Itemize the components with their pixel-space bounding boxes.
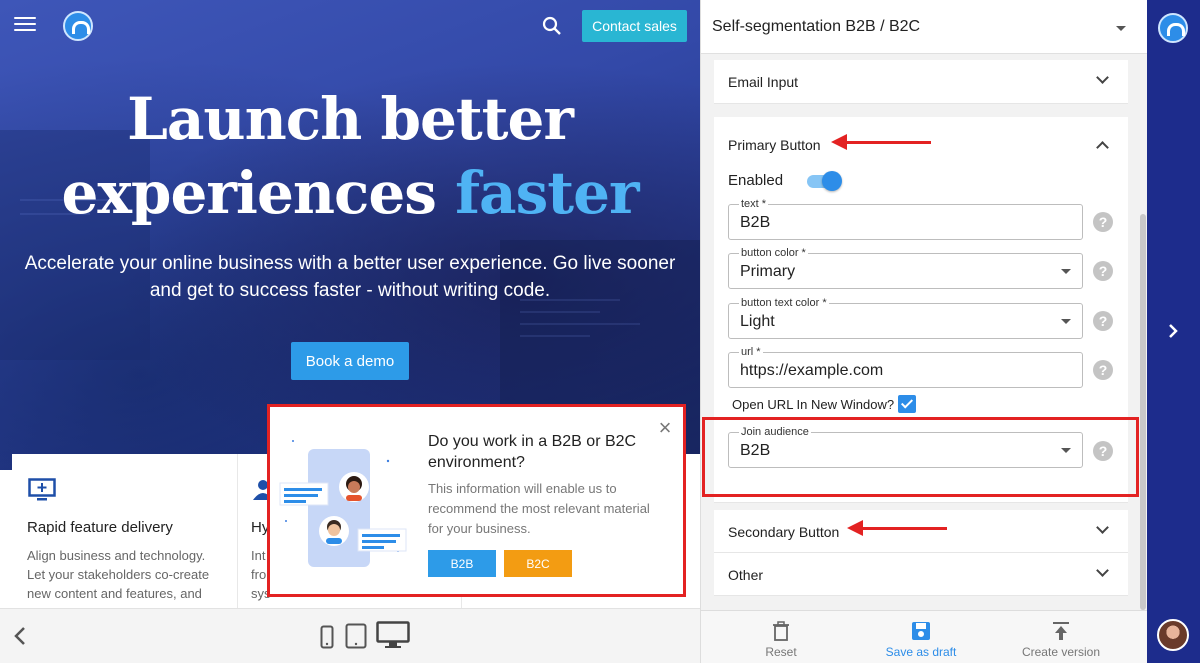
editor-panel: Self-segmentation B2B / B2C Email Input …	[700, 0, 1148, 663]
caret-down-icon[interactable]	[1061, 269, 1071, 274]
hero-title-accent: faster	[455, 159, 639, 227]
create-version-label: Create version	[1021, 645, 1101, 659]
b2b-button[interactable]: B2B	[428, 550, 496, 577]
chevron-up-icon[interactable]	[1096, 141, 1109, 154]
device-toolbar	[0, 608, 700, 663]
contact-sales-button[interactable]: Contact sales	[582, 10, 687, 42]
save-draft-button[interactable]: Save as draft	[851, 611, 991, 663]
card-text-line: Let your stakeholders co-create	[27, 567, 210, 582]
close-icon[interactable]: ×	[656, 417, 674, 439]
help-icon[interactable]: ?	[1093, 311, 1113, 331]
button-text-color-select[interactable]: button text color * Light	[728, 297, 1083, 339]
help-icon[interactable]: ?	[1093, 360, 1113, 380]
caret-down-icon[interactable]	[1061, 319, 1071, 324]
reset-button[interactable]: Reset	[711, 611, 851, 663]
panel-title: Self-segmentation B2B / B2C	[712, 18, 921, 35]
chevron-down-icon[interactable]	[1096, 564, 1109, 577]
hero-title-main: experiences	[61, 159, 456, 227]
hero-background-image	[0, 130, 700, 470]
save-draft-label: Save as draft	[885, 645, 957, 659]
avatar[interactable]	[1157, 619, 1189, 651]
upload-icon	[1053, 622, 1069, 640]
back-icon[interactable]	[12, 626, 28, 651]
button-color-select[interactable]: button color * Primary	[728, 247, 1083, 289]
b2c-button[interactable]: B2C	[504, 550, 572, 577]
search-icon[interactable]	[542, 16, 562, 36]
chat-illustration	[278, 421, 408, 576]
enabled-label: Enabled	[728, 172, 784, 189]
desktop-icon[interactable]	[376, 621, 410, 654]
panel-footer: Reset Save as draft Create version	[701, 610, 1148, 663]
phone-icon[interactable]	[320, 625, 334, 654]
chevron-down-icon[interactable]	[1096, 521, 1109, 534]
section-label: Secondary Button	[728, 524, 840, 540]
section-secondary-button[interactable]: Secondary Button	[714, 510, 1128, 553]
hero-section: Contact sales Launch better experiences …	[0, 0, 700, 470]
book-demo-button[interactable]: Book a demo	[291, 342, 409, 380]
create-version-button[interactable]: Create version	[991, 611, 1131, 663]
save-icon	[912, 622, 930, 640]
hero-subtitle-line2: and get to success faster - without writ…	[149, 280, 551, 301]
right-rail	[1147, 0, 1200, 663]
logo-icon[interactable]	[1158, 13, 1188, 43]
text-field[interactable]: text * B2B	[728, 198, 1083, 240]
hero-subtitle-line1: Accelerate your online business with a b…	[24, 253, 676, 274]
help-icon[interactable]: ?	[1093, 212, 1113, 232]
open-new-window-checkbox[interactable]	[898, 395, 916, 413]
section-label: Other	[728, 567, 764, 583]
field-label: url *	[739, 346, 763, 358]
monitor-icon	[28, 478, 56, 507]
help-icon[interactable]: ?	[1093, 261, 1113, 281]
field-label: button color *	[739, 247, 808, 259]
popup-title: Do you work in a B2B or B2C environment?	[428, 433, 637, 471]
logo-icon[interactable]	[63, 11, 93, 41]
menu-icon[interactable]	[14, 17, 36, 35]
scrollbar-thumb[interactable]	[1140, 214, 1146, 610]
section-label[interactable]: Primary Button	[728, 137, 821, 153]
field-value: https://example.com	[740, 362, 884, 379]
panel-header[interactable]: Self-segmentation B2B / B2C	[701, 0, 1148, 54]
chevron-right-icon[interactable]	[1167, 323, 1179, 344]
section-email-input[interactable]: Email Input	[714, 60, 1128, 104]
reset-label: Reset	[765, 645, 797, 659]
field-value: Primary	[740, 263, 796, 280]
trash-icon	[773, 621, 789, 641]
segmentation-popup: × Do you work in a B2B or B2C environmen…	[267, 404, 686, 597]
hero-title-line1: Launch better	[127, 85, 574, 153]
url-field[interactable]: url * https://example.com	[728, 346, 1083, 388]
tablet-icon[interactable]	[345, 623, 367, 654]
open-new-window-label: Open URL In New Window?	[732, 397, 895, 412]
field-value: Light	[740, 313, 775, 330]
field-value: B2B	[740, 214, 771, 231]
popup-description: This information will enable us to recom…	[428, 481, 650, 536]
section-label: Email Input	[728, 74, 799, 90]
annotation-arrow-secondary	[847, 520, 947, 536]
caret-down-icon[interactable]	[1116, 26, 1126, 31]
field-label: text *	[739, 198, 769, 210]
annotation-arrow-primary	[831, 134, 931, 150]
annotation-box-join-audience	[702, 417, 1139, 497]
card-text: Align business and technology. Let your …	[27, 546, 209, 603]
card-text-line: new content and features, and	[27, 586, 202, 601]
feature-card: Rapid feature delivery Align business an…	[12, 454, 238, 608]
hero-subtitle: Accelerate your online business with a b…	[10, 250, 690, 304]
chevron-down-icon[interactable]	[1096, 71, 1109, 84]
card-text-line: Align business and technology.	[27, 548, 206, 563]
hero-title-line2: experiences faster	[0, 156, 700, 230]
section-other[interactable]: Other	[714, 553, 1128, 596]
enabled-toggle-knob[interactable]	[822, 171, 842, 191]
website-preview: Contact sales Launch better experiences …	[0, 0, 700, 608]
card-title: Rapid feature delivery	[27, 519, 173, 536]
field-label: button text color *	[739, 297, 829, 309]
